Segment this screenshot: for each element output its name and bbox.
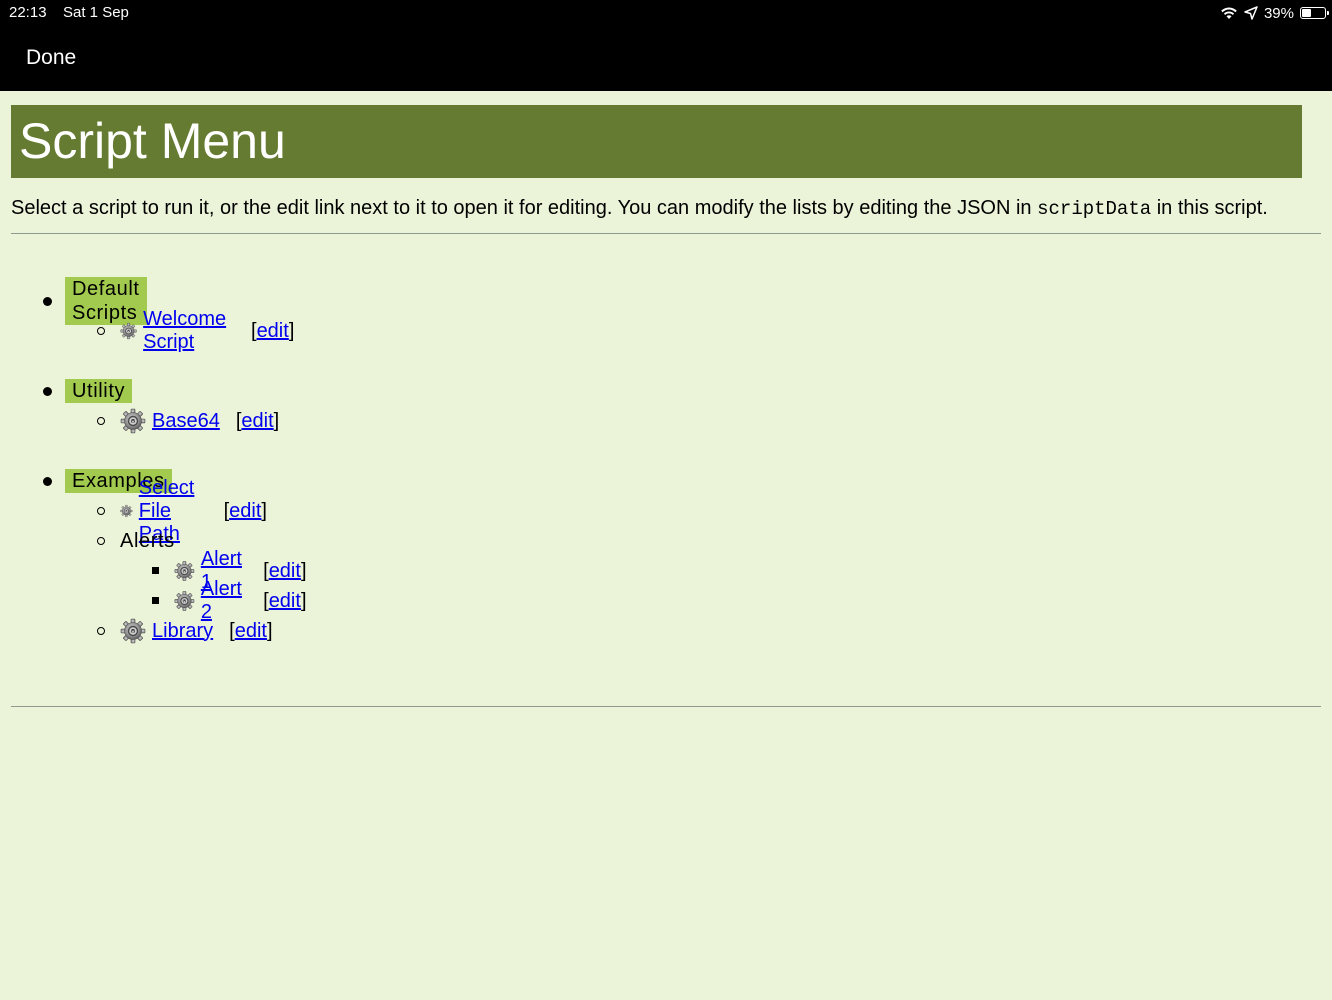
intro-text: Select a script to run it, or the edit l…: [11, 196, 1321, 221]
intro-text-end: in this script.: [1151, 197, 1268, 219]
list-item: Library [edit]: [120, 616, 273, 646]
edit-link-select-file-path[interactable]: edit: [229, 500, 261, 522]
group-bullet: [43, 477, 52, 486]
edit-link-wrapper: [edit]: [235, 409, 280, 432]
battery-fill: [1302, 9, 1312, 17]
bottom-divider: [11, 706, 1321, 707]
location-arrow-icon: [1244, 6, 1258, 20]
list-item: Base64 [edit]: [120, 406, 279, 436]
group-bullet: [43, 387, 52, 396]
edit-link-wrapper: [edit]: [263, 589, 307, 612]
intro-text-start: Select a script to run it, or the edit l…: [11, 197, 1038, 219]
wifi-icon: [1221, 7, 1237, 19]
edit-link-alert-1[interactable]: edit: [269, 560, 301, 582]
edit-link-welcome-script[interactable]: edit: [257, 320, 289, 342]
sub-item-bullet: [152, 567, 159, 574]
list-item: Alert 2 [edit]: [174, 578, 307, 623]
status-indicators: 39%: [1220, 3, 1329, 23]
group-label-utility: Utility: [65, 379, 133, 403]
list-item: Select File Path [edit]: [120, 477, 267, 545]
item-bullet: [97, 627, 105, 635]
intro-code: scriptData: [1037, 198, 1152, 220]
edit-link-wrapper: [edit]: [223, 499, 267, 522]
item-bullet: [97, 327, 105, 335]
script-link-welcome-script[interactable]: Welcome Script: [143, 308, 235, 354]
edit-link-wrapper: [edit]: [263, 559, 307, 582]
gear-icon: [120, 498, 133, 524]
page-header: Script Menu: [11, 105, 1302, 178]
item-bullet: [97, 537, 105, 545]
status-date: Sat 1 Sep: [63, 4, 129, 21]
edit-link-alert-2[interactable]: edit: [269, 590, 301, 612]
edit-link-library[interactable]: edit: [235, 620, 267, 642]
gear-icon: [120, 618, 146, 644]
status-time: 22:13: [9, 4, 47, 21]
edit-link-wrapper: [edit]: [229, 619, 273, 642]
group-bullet: [43, 297, 52, 306]
group-header: Utility: [65, 376, 133, 406]
script-link-library[interactable]: Library: [152, 620, 213, 643]
group-header: Default Scripts: [65, 277, 147, 325]
subgroup-header: Alerts: [120, 526, 175, 556]
done-button[interactable]: Done: [26, 46, 76, 70]
top-bar: 22:13 Sat 1 Sep 39% Done: [0, 0, 1332, 91]
item-bullet: [97, 417, 105, 425]
subgroup-label-alerts: Alerts: [120, 529, 175, 552]
battery-percentage: 39%: [1263, 4, 1294, 22]
list-item: Welcome Script [edit]: [120, 308, 295, 353]
edit-link-base64[interactable]: edit: [241, 410, 273, 432]
sub-item-bullet: [152, 597, 159, 604]
item-bullet: [97, 507, 105, 515]
script-link-base64[interactable]: Base64: [152, 410, 220, 433]
edit-link-wrapper: [edit]: [251, 319, 295, 342]
page-title: Script Menu: [19, 113, 286, 169]
top-divider: [11, 233, 1321, 234]
gear-icon: [120, 408, 146, 434]
battery-icon: [1300, 7, 1329, 19]
gear-icon: [174, 558, 195, 584]
gear-icon: [174, 588, 195, 614]
gear-icon: [120, 318, 137, 344]
battery-tip: [1327, 11, 1329, 15]
